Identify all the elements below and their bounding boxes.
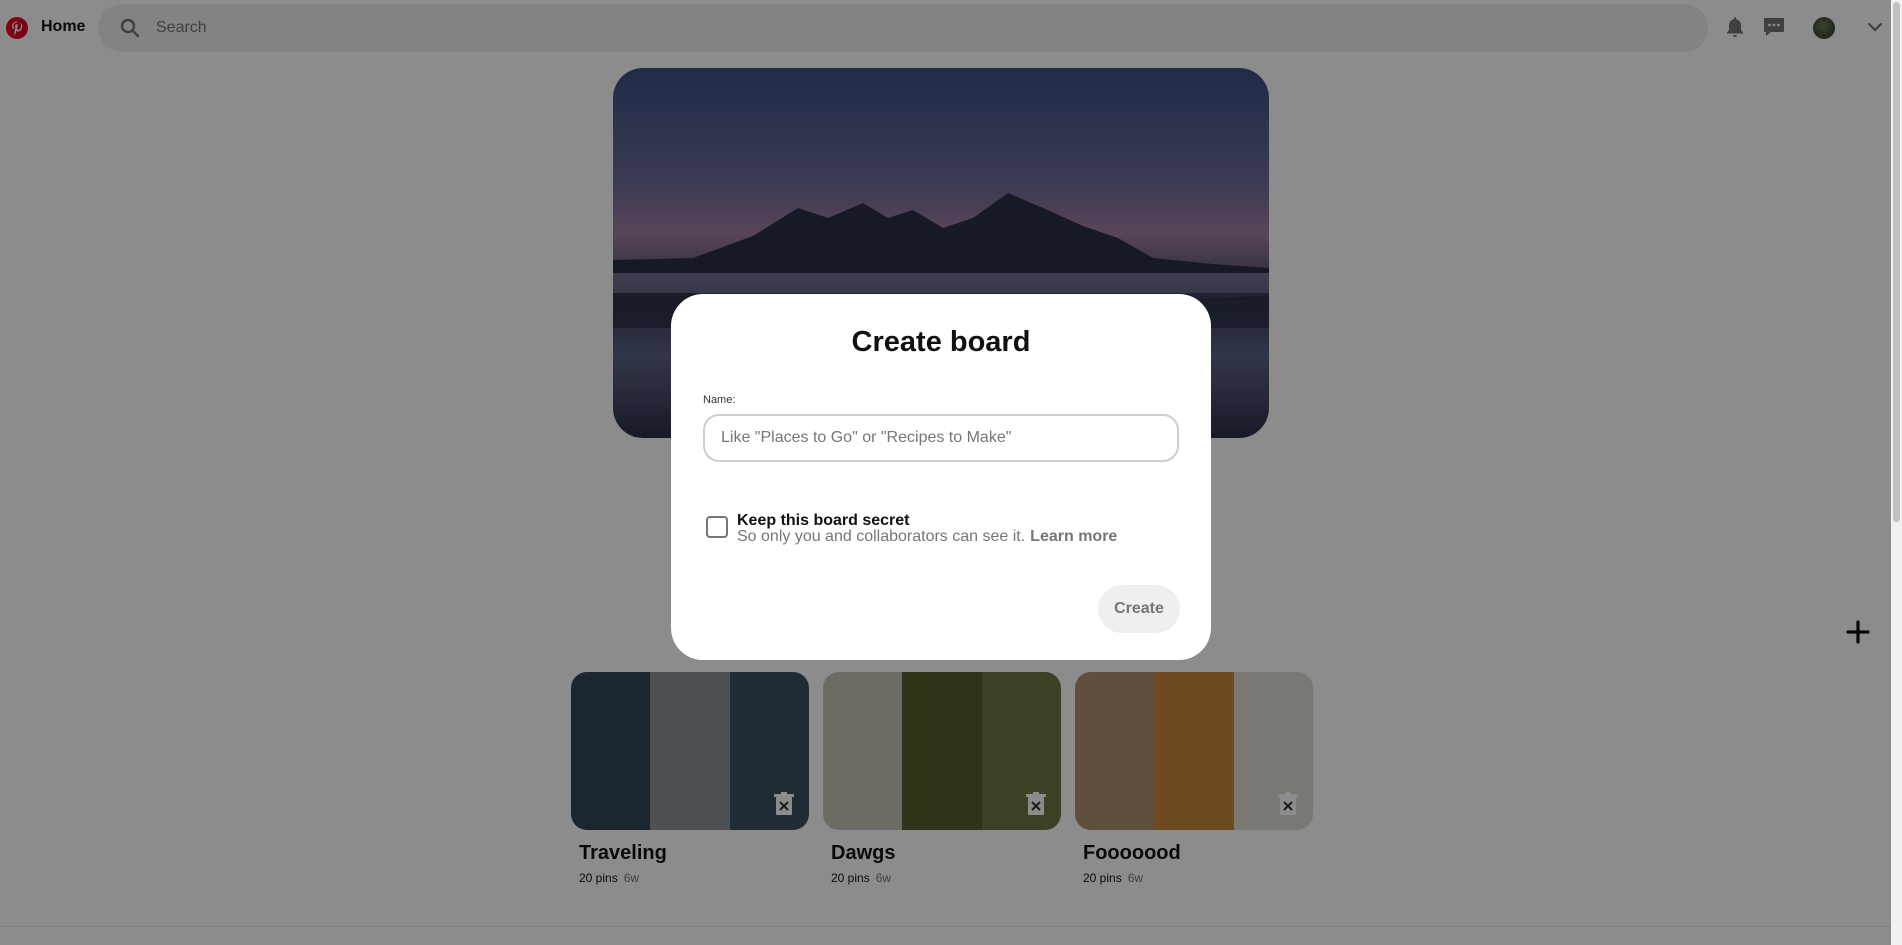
- scrollbar-thumb[interactable]: [1893, 2, 1900, 522]
- modal-title: Create board: [851, 326, 1031, 358]
- create-board-modal: Create board Name: Keep this board secre…: [671, 294, 1211, 660]
- board-name-input[interactable]: [703, 414, 1179, 462]
- secret-description-text: So only you and collaborators can see it…: [737, 528, 1026, 545]
- name-label: Name:: [703, 394, 736, 406]
- learn-more-link[interactable]: Learn more: [1030, 528, 1117, 545]
- create-button[interactable]: Create: [1098, 585, 1180, 633]
- secret-description: So only you and collaborators can see it…: [737, 528, 1117, 546]
- scrollbar[interactable]: [1891, 0, 1902, 945]
- secret-checkbox[interactable]: [706, 516, 728, 538]
